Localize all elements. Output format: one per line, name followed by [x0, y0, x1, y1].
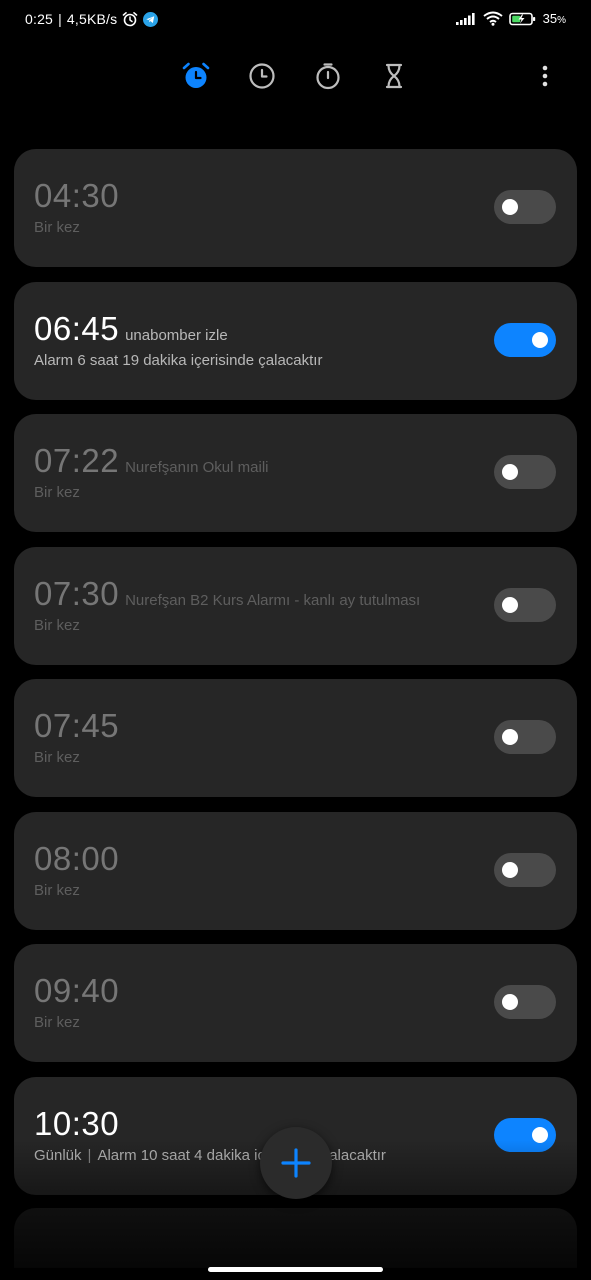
alarm-info: 07:45 Bir kez — [34, 707, 457, 766]
toggle-knob — [502, 596, 518, 613]
alarm-info: 07:30 Nurefşan B2 Kurs Alarmı - kanlı ay… — [34, 575, 437, 634]
more-options-button[interactable] — [533, 64, 557, 88]
alarm-subtitle: Bir kez — [34, 219, 80, 236]
alarm-card[interactable]: 06:45 unabomber izle Alarm 6 saat 19 dak… — [14, 281, 577, 400]
network-speed: 4,5KB/s — [66, 11, 118, 27]
alarm-label: unabomber izle — [125, 326, 228, 344]
status-bar: 0:25 | 4,5KB/s 35% — [0, 0, 591, 40]
alarm-toggle[interactable] — [494, 985, 556, 1019]
alarm-time: 09:40 — [34, 972, 120, 1009]
alarm-subtitle: Alarm 6 saat 19 dakika içerisinde çalaca… — [34, 351, 323, 369]
tab-alarm[interactable] — [180, 60, 212, 92]
alarm-repeat: Günlük — [34, 1146, 82, 1164]
tab-bar — [0, 56, 591, 96]
alarm-card[interactable]: 07:30 Nurefşan B2 Kurs Alarmı - kanlı ay… — [14, 546, 577, 665]
alarm-subtitle: Bir kez — [34, 616, 80, 634]
tab-clock[interactable] — [246, 60, 278, 92]
alarm-time-row: 09:40 — [34, 972, 457, 1010]
alarm-time-row: 08:00 — [34, 840, 457, 878]
toggle-knob — [502, 464, 518, 480]
alarm-card[interactable]: 08:00 Bir kez — [14, 811, 577, 930]
toggle-knob — [502, 729, 518, 745]
alarm-card[interactable]: 07:22 Nurefşanın Okul maili Bir kez — [14, 414, 577, 532]
alarm-time: 07:45 — [34, 707, 120, 744]
toggle-knob — [532, 1126, 548, 1143]
alarm-time: 06:45 — [34, 309, 120, 347]
alarm-card[interactable]: 09:40 Bir kez — [14, 944, 577, 1062]
alarm-info: 04:30 Bir kez — [34, 177, 457, 236]
toggle-knob — [502, 994, 518, 1010]
more-vertical-icon — [542, 65, 548, 87]
alarm-time-row: 07:22 Nurefşanın Okul maili — [34, 442, 457, 480]
alarm-label: Nurefşan B2 Kurs Alarmı - kanlı ay tutul… — [125, 591, 421, 609]
alarm-info: 06:45 unabomber izle Alarm 6 saat 19 dak… — [34, 310, 457, 369]
tab-timer[interactable] — [378, 60, 410, 92]
alarm-label: Nurefşanın Okul maili — [125, 459, 269, 476]
alarm-time-row: 06:45 unabomber izle — [34, 310, 457, 348]
alarm-time-row: 07:30 Nurefşan B2 Kurs Alarmı - kanlı ay… — [34, 575, 437, 613]
alarm-time: 08:00 — [34, 839, 120, 877]
alarm-card[interactable]: 07:45 Bir kez — [14, 679, 577, 797]
alarm-card-partial[interactable] — [14, 1208, 577, 1268]
clock-icon — [249, 63, 275, 89]
alarm-toggle[interactable] — [494, 322, 556, 357]
toggle-knob — [502, 199, 518, 215]
signal-icon — [455, 12, 475, 25]
alarm-info: 07:22 Nurefşanın Okul maili Bir kez — [34, 442, 457, 501]
tab-stopwatch[interactable] — [312, 60, 344, 92]
alarm-subtitle: Bir kez — [34, 749, 80, 766]
status-separator: | — [58, 11, 62, 27]
alarm-time: 07:30 — [34, 574, 120, 612]
alarm-time-row: 04:30 — [34, 177, 457, 215]
battery-level: 35% — [542, 11, 566, 26]
alarm-time: 04:30 — [34, 177, 120, 214]
subtitle-separator: | — [87, 1146, 92, 1164]
alarm-subtitle: Bir kez — [34, 881, 80, 899]
alarm-toggle[interactable] — [494, 720, 556, 754]
status-time: 0:25 — [25, 11, 54, 27]
alarm-toggle[interactable] — [494, 190, 556, 224]
stopwatch-icon — [316, 63, 340, 90]
alarm-clock-icon — [182, 62, 210, 88]
alarm-toggle[interactable] — [494, 587, 556, 622]
alarm-card[interactable]: 04:30 Bir kez — [14, 149, 577, 267]
alarm-subtitle: Bir kez — [34, 1014, 80, 1031]
alarm-toggle[interactable] — [494, 852, 556, 887]
toggle-knob — [502, 861, 518, 878]
telegram-icon — [143, 11, 159, 27]
status-left: 0:25 | 4,5KB/s — [25, 11, 159, 27]
alarm-icon — [123, 12, 138, 27]
alarm-time: 07:22 — [34, 442, 120, 479]
alarm-info: 10:30 Günlük | Alarm 10 saat 4 dakika içer… — [34, 1105, 457, 1164]
hourglass-icon — [385, 63, 403, 89]
alarm-info: 08:00 Bir kez — [34, 840, 457, 899]
alarm-subtitle: Günlük | Alarm 10 saat 4 dakika içerisinde… — [34, 1147, 457, 1164]
alarm-toggle[interactable] — [494, 1117, 556, 1152]
alarm-toggle[interactable] — [494, 455, 556, 489]
plus-icon — [281, 1148, 311, 1178]
alarm-time-row: 07:45 — [34, 707, 457, 745]
status-right: 35% — [455, 11, 566, 26]
alarm-subtitle: Bir kez — [34, 484, 80, 501]
alarm-countdown: Alarm 10 saat 4 dakika içerisinde çalaca… — [97, 1146, 386, 1164]
alarm-time: 10:30 — [34, 1104, 120, 1142]
add-alarm-button[interactable] — [260, 1127, 332, 1199]
alarm-info: 09:40 Bir kez — [34, 972, 457, 1031]
toggle-knob — [532, 331, 548, 348]
home-indicator[interactable] — [208, 1267, 383, 1272]
wifi-icon — [483, 11, 503, 26]
alarm-time-row: 10:30 — [34, 1105, 457, 1143]
battery-charging-icon — [508, 12, 535, 25]
alarm-list: 04:30 Bir kez 06:45 unabomber izle Alarm… — [14, 149, 577, 1209]
